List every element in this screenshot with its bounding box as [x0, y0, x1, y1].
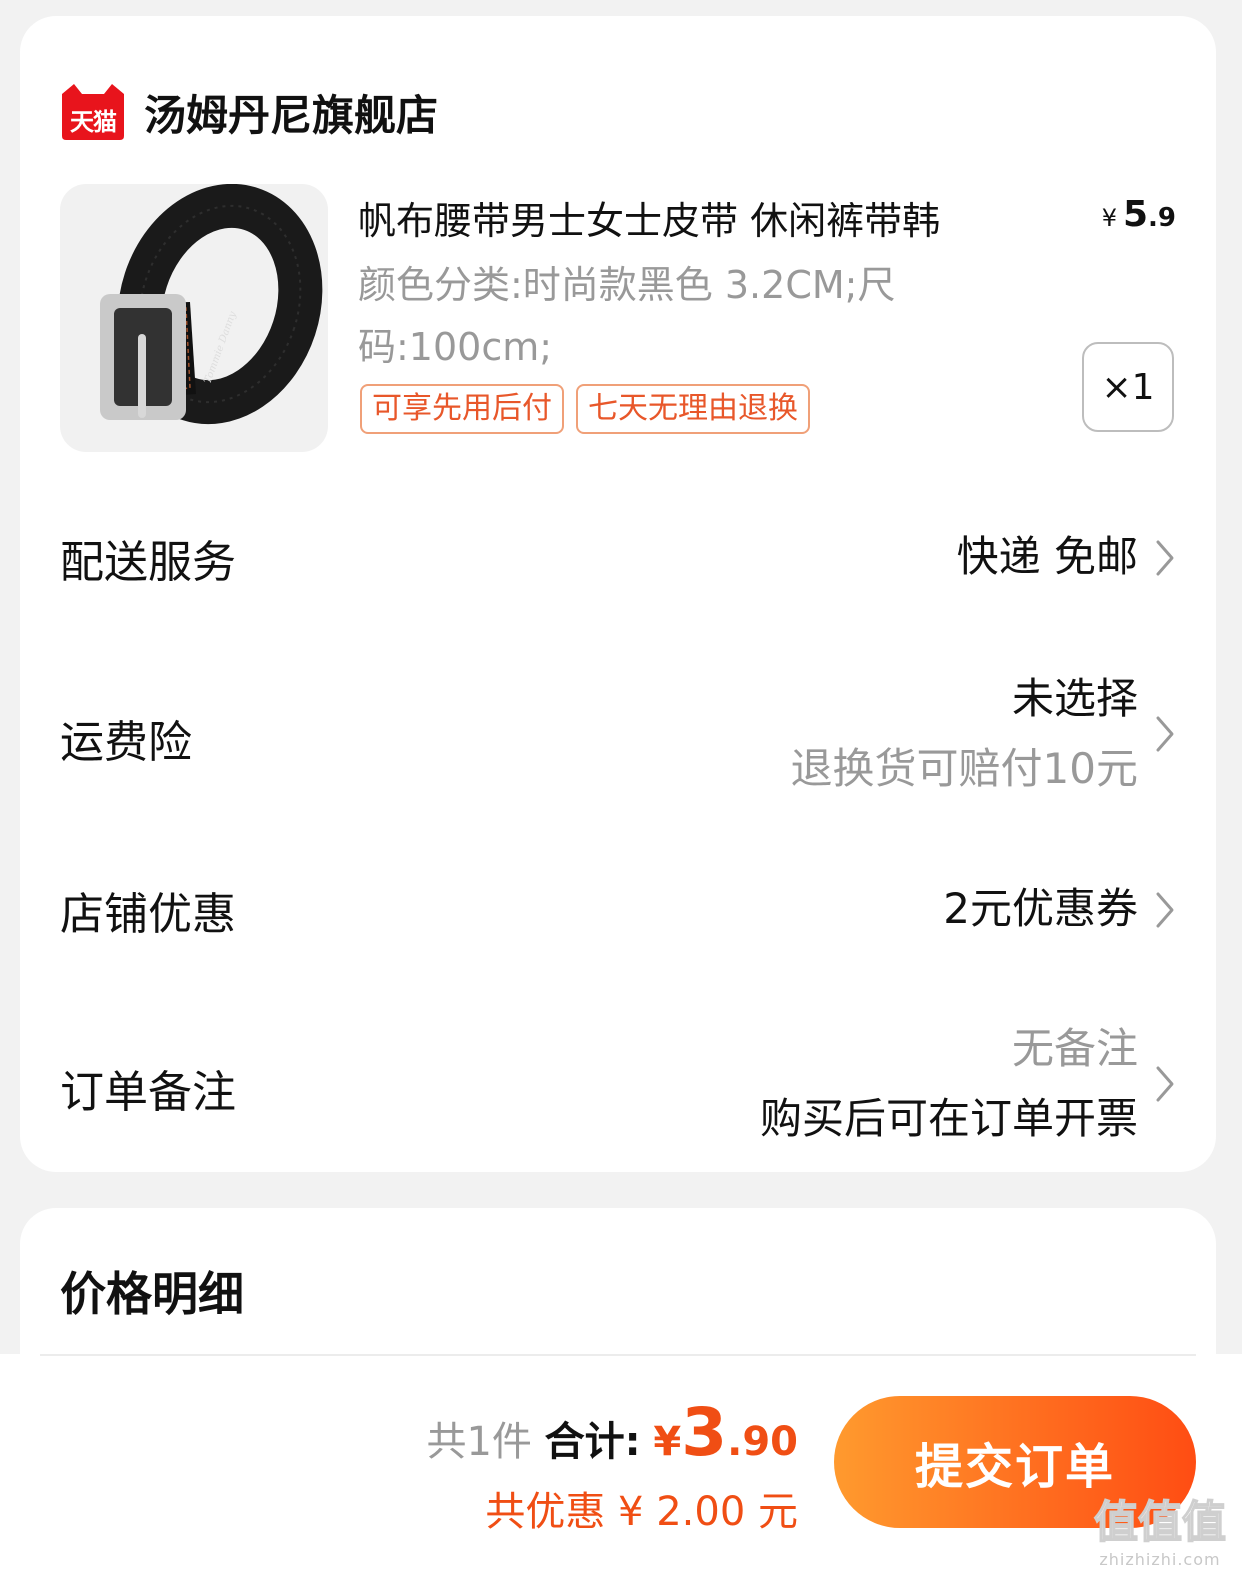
order-note-label: 订单备注 — [60, 1067, 236, 1118]
shipping-insurance-label: 运费险 — [60, 717, 192, 768]
store-discount-value: 2元优惠券 — [943, 884, 1138, 933]
bottom-bar: 共1件 合计: ¥3.90 共优惠 ¥ 2.00 元 提交订单 值值值 zhiz… — [0, 1354, 1242, 1577]
tmall-logo-text: 天猫 — [70, 108, 117, 136]
tmall-logo-icon: 天猫 — [60, 84, 126, 140]
watermark: 值值值 zhizhizhi.com — [1093, 1486, 1227, 1569]
price-currency: ¥ — [1101, 204, 1117, 232]
watermark-logo: 值值值 — [1093, 1496, 1227, 1549]
store-header[interactable]: 天猫 汤姆丹尼旗舰店 — [60, 72, 438, 152]
shipping-insurance-value: 未选择 — [1011, 674, 1138, 723]
chevron-right-icon — [1156, 1066, 1174, 1102]
chevron-right-icon — [1156, 716, 1174, 752]
row-store-discount[interactable]: 店铺优惠 2元优惠券 — [20, 868, 1216, 948]
chevron-right-icon — [1156, 892, 1174, 928]
total-int: 3 — [681, 1394, 728, 1471]
delivery-value: 快递 免邮 — [956, 532, 1138, 581]
row-shipping-insurance[interactable]: 运费险 未选择 退换货可赔付10元 — [20, 664, 1216, 804]
product-spec[interactable]: 颜色分类:时尚款黑色 3.2CM;尺码:100cm; — [358, 254, 1008, 378]
quantity-stepper[interactable]: ×1 — [1082, 342, 1174, 432]
product-title[interactable]: 帆布腰带男士女士皮带 休闲裤带韩 — [358, 190, 1058, 245]
store-discount-label: 店铺优惠 — [60, 889, 236, 940]
total-currency: ¥ — [653, 1419, 682, 1465]
shipping-insurance-sub: 退换货可赔付10元 — [790, 744, 1138, 793]
store-name[interactable]: 汤姆丹尼旗舰店 — [144, 82, 438, 143]
discount-summary: 共优惠 ¥ 2.00 元 — [485, 1489, 798, 1535]
tag-pay-later: 可享先用后付 — [360, 384, 564, 434]
price-detail-title: 价格明细 — [60, 1267, 244, 1321]
bottom-divider — [40, 1354, 1196, 1356]
tag-seven-day-return: 七天无理由退换 — [576, 384, 810, 434]
delivery-label: 配送服务 — [60, 537, 236, 588]
product-tags: 可享先用后付 七天无理由退换 — [360, 384, 810, 434]
total-label: 合计: — [544, 1419, 641, 1465]
order-summary: 共1件 合计: ¥3.90 共优惠 ¥ 2.00 元 — [426, 1394, 798, 1537]
order-note-sub: 购买后可在订单开票 — [759, 1094, 1138, 1143]
product-image[interactable]: Tommie Danny — [60, 184, 328, 452]
product-price: ¥5.9 — [1102, 194, 1176, 235]
row-order-note[interactable]: 订单备注 无备注 购买后可在订单开票 — [20, 1014, 1216, 1154]
chevron-right-icon — [1156, 540, 1174, 576]
price-dec: .9 — [1148, 203, 1176, 233]
order-card: 天猫 汤姆丹尼旗舰店 Tommie Danny 帆布腰带男士女士皮带 休闲裤带韩… — [20, 16, 1216, 1172]
order-note-value: 无备注 — [1011, 1024, 1138, 1073]
total-dec: .90 — [727, 1419, 798, 1465]
item-count: 共1件 — [426, 1419, 532, 1465]
watermark-url: zhizhizhi.com — [1099, 1550, 1221, 1569]
price-int: 5 — [1122, 194, 1149, 235]
row-delivery[interactable]: 配送服务 快递 免邮 — [20, 516, 1216, 596]
